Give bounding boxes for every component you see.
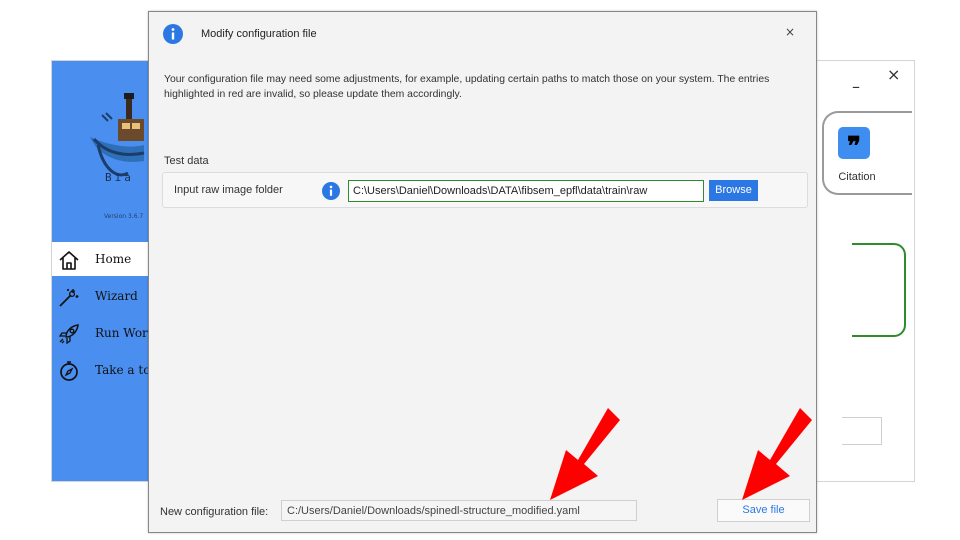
nav-item-run-workflow[interactable]: Run Wor <box>52 316 148 350</box>
input-raw-image-folder-field[interactable] <box>348 180 704 202</box>
citation-card[interactable]: ❞ Citation <box>822 111 912 195</box>
field-label: Input raw image folder <box>174 184 283 196</box>
rocket-icon <box>58 324 79 345</box>
modify-config-dialog: Modify configuration file × Your configu… <box>148 11 817 533</box>
nav-label-home: Home <box>95 252 132 266</box>
nav-item-home[interactable]: Home <box>52 242 148 276</box>
sidebar: Bia Version 3.6.7 Home Wizard Run Wor Ta… <box>52 61 151 481</box>
screen: – × Bia Version 3.6.7 Home Wizard Run Wo… <box>0 0 960 540</box>
quote-icon: ❞ <box>838 127 870 162</box>
dialog-description: Your configuration file may need some ad… <box>164 74 770 100</box>
dialog-title: Modify configuration file <box>201 28 317 40</box>
status-panel <box>852 243 906 337</box>
browse-button[interactable]: Browse <box>709 180 758 201</box>
section-title: Test data <box>164 155 209 167</box>
new-config-label: New configuration file: <box>160 506 269 518</box>
compass-icon <box>60 361 78 381</box>
nav-label-run-workflow: Run Wor <box>95 326 148 340</box>
app-logo <box>90 93 145 177</box>
field-info-icon[interactable] <box>322 182 340 200</box>
main-close-button[interactable]: × <box>887 67 900 83</box>
nav-item-wizard[interactable]: Wizard <box>52 279 148 313</box>
home-icon <box>59 251 79 270</box>
magic-wand-icon <box>59 289 79 307</box>
brand-text: Bia <box>105 171 134 184</box>
citation-label: Citation <box>838 171 876 183</box>
dialog-close-button[interactable]: × <box>785 26 795 38</box>
action-button-placeholder[interactable] <box>842 417 882 445</box>
red-arrow-annotation <box>742 408 812 500</box>
nav-label-tour: Take a to <box>95 363 151 377</box>
nav-item-tour[interactable]: Take a to <box>52 353 151 387</box>
config-field-row: Input raw image folder Browse <box>162 172 808 208</box>
minimize-button[interactable]: – <box>852 79 860 95</box>
version-label: Version 3.6.7 <box>104 213 144 220</box>
nav-label-wizard: Wizard <box>95 289 138 303</box>
red-arrow-annotation <box>550 408 620 500</box>
info-icon <box>163 24 183 44</box>
